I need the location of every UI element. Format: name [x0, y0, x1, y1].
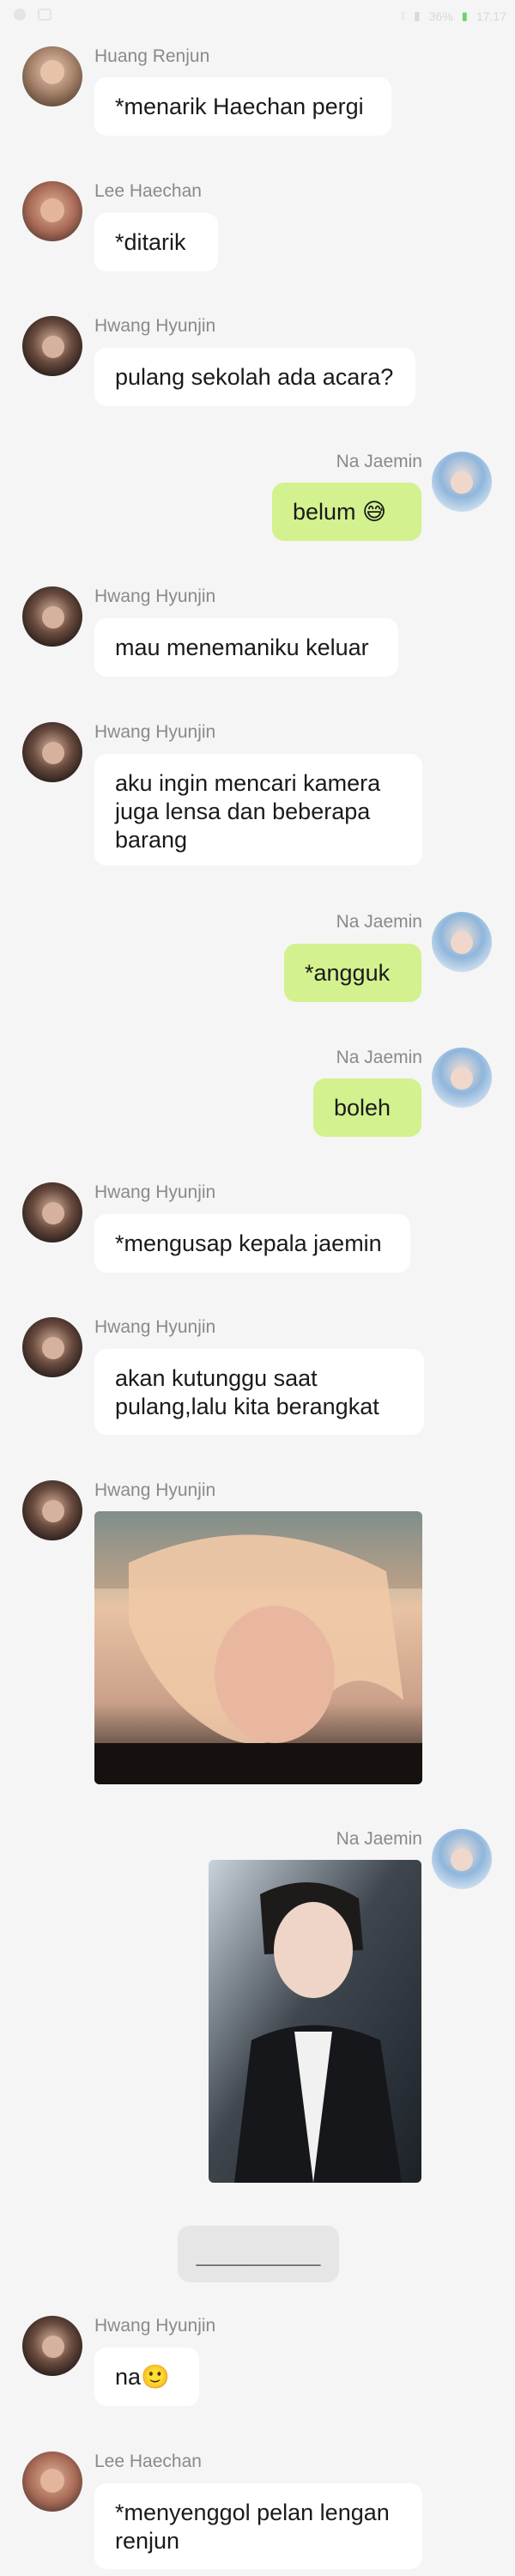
- status-right-icons: ⟟ ▮ 36% ▮ 17.17: [401, 9, 506, 23]
- message-bubble[interactable]: na🙂: [94, 2348, 199, 2406]
- avatar-na-jaemin[interactable]: [432, 1048, 492, 1108]
- avatar-hwang-hyunjin[interactable]: [22, 316, 82, 376]
- message-bubble[interactable]: mau menemaniku keluar: [94, 618, 398, 677]
- sender-name: Lee Haechan: [94, 181, 202, 201]
- avatar-hwang-hyunjin[interactable]: [22, 586, 82, 647]
- sender-name: Lee Haechan: [94, 2451, 202, 2471]
- clock: 17.17: [476, 9, 506, 23]
- message-bubble[interactable]: aku ingin mencari kamera juga lensa dan …: [94, 754, 422, 866]
- photo-message-hyunjin[interactable]: [94, 1511, 422, 1784]
- avatar-huang-renjun[interactable]: [22, 46, 82, 106]
- avatar-hwang-hyunjin[interactable]: [22, 1182, 82, 1242]
- divider-pill: __________: [178, 2226, 339, 2282]
- notification-icon: [14, 9, 26, 21]
- avatar-lee-haechan[interactable]: [22, 181, 82, 241]
- sender-name: Na Jaemin: [336, 912, 422, 932]
- avatar-hwang-hyunjin[interactable]: [22, 2316, 82, 2376]
- battery-percent: 36%: [428, 9, 453, 23]
- status-bar: ⟟ ▮ 36% ▮ 17.17: [0, 0, 515, 34]
- sender-name: Hwang Hyunjin: [94, 2316, 216, 2336]
- avatar-lee-haechan[interactable]: [22, 2451, 82, 2512]
- avatar-na-jaemin[interactable]: [432, 452, 492, 512]
- sender-name: Hwang Hyunjin: [94, 1480, 216, 1500]
- sender-name: Hwang Hyunjin: [94, 586, 216, 606]
- message-bubble[interactable]: belum 😅: [272, 483, 421, 541]
- message-bubble[interactable]: akan kutunggu saat pulang,lalu kita bera…: [94, 1349, 424, 1435]
- message-bubble[interactable]: boleh: [313, 1078, 421, 1137]
- message-bubble[interactable]: *angguk: [284, 944, 421, 1002]
- avatar-na-jaemin[interactable]: [432, 1829, 492, 1889]
- sender-name: Na Jaemin: [336, 452, 422, 471]
- gallery-icon: [38, 9, 52, 21]
- avatar-na-jaemin[interactable]: [432, 912, 492, 972]
- battery-icon: ▮: [461, 9, 468, 22]
- sender-name: Hwang Hyunjin: [94, 1182, 216, 1202]
- wifi-icon: ⟟: [400, 9, 406, 22]
- avatar-hwang-hyunjin[interactable]: [22, 1480, 82, 1540]
- message-bubble[interactable]: *mengusap kepala jaemin: [94, 1214, 410, 1273]
- photo-message-jaemin[interactable]: [209, 1860, 421, 2183]
- signal-icon: ▮: [414, 9, 421, 22]
- sender-name: Na Jaemin: [336, 1829, 422, 1849]
- sender-name: Na Jaemin: [336, 1048, 422, 1067]
- avatar-hwang-hyunjin[interactable]: [22, 1317, 82, 1377]
- sender-name: Hwang Hyunjin: [94, 316, 216, 336]
- status-left-icons: [14, 9, 52, 21]
- avatar-hwang-hyunjin[interactable]: [22, 722, 82, 782]
- message-bubble[interactable]: pulang sekolah ada acara?: [94, 348, 415, 406]
- message-bubble[interactable]: *menyenggol pelan lengan renjun: [94, 2483, 422, 2569]
- sender-name: Huang Renjun: [94, 46, 210, 66]
- sender-name: Hwang Hyunjin: [94, 1317, 216, 1337]
- sender-name: Hwang Hyunjin: [94, 722, 216, 742]
- message-bubble[interactable]: *menarik Haechan pergi: [94, 77, 391, 136]
- message-bubble[interactable]: *ditarik: [94, 213, 218, 271]
